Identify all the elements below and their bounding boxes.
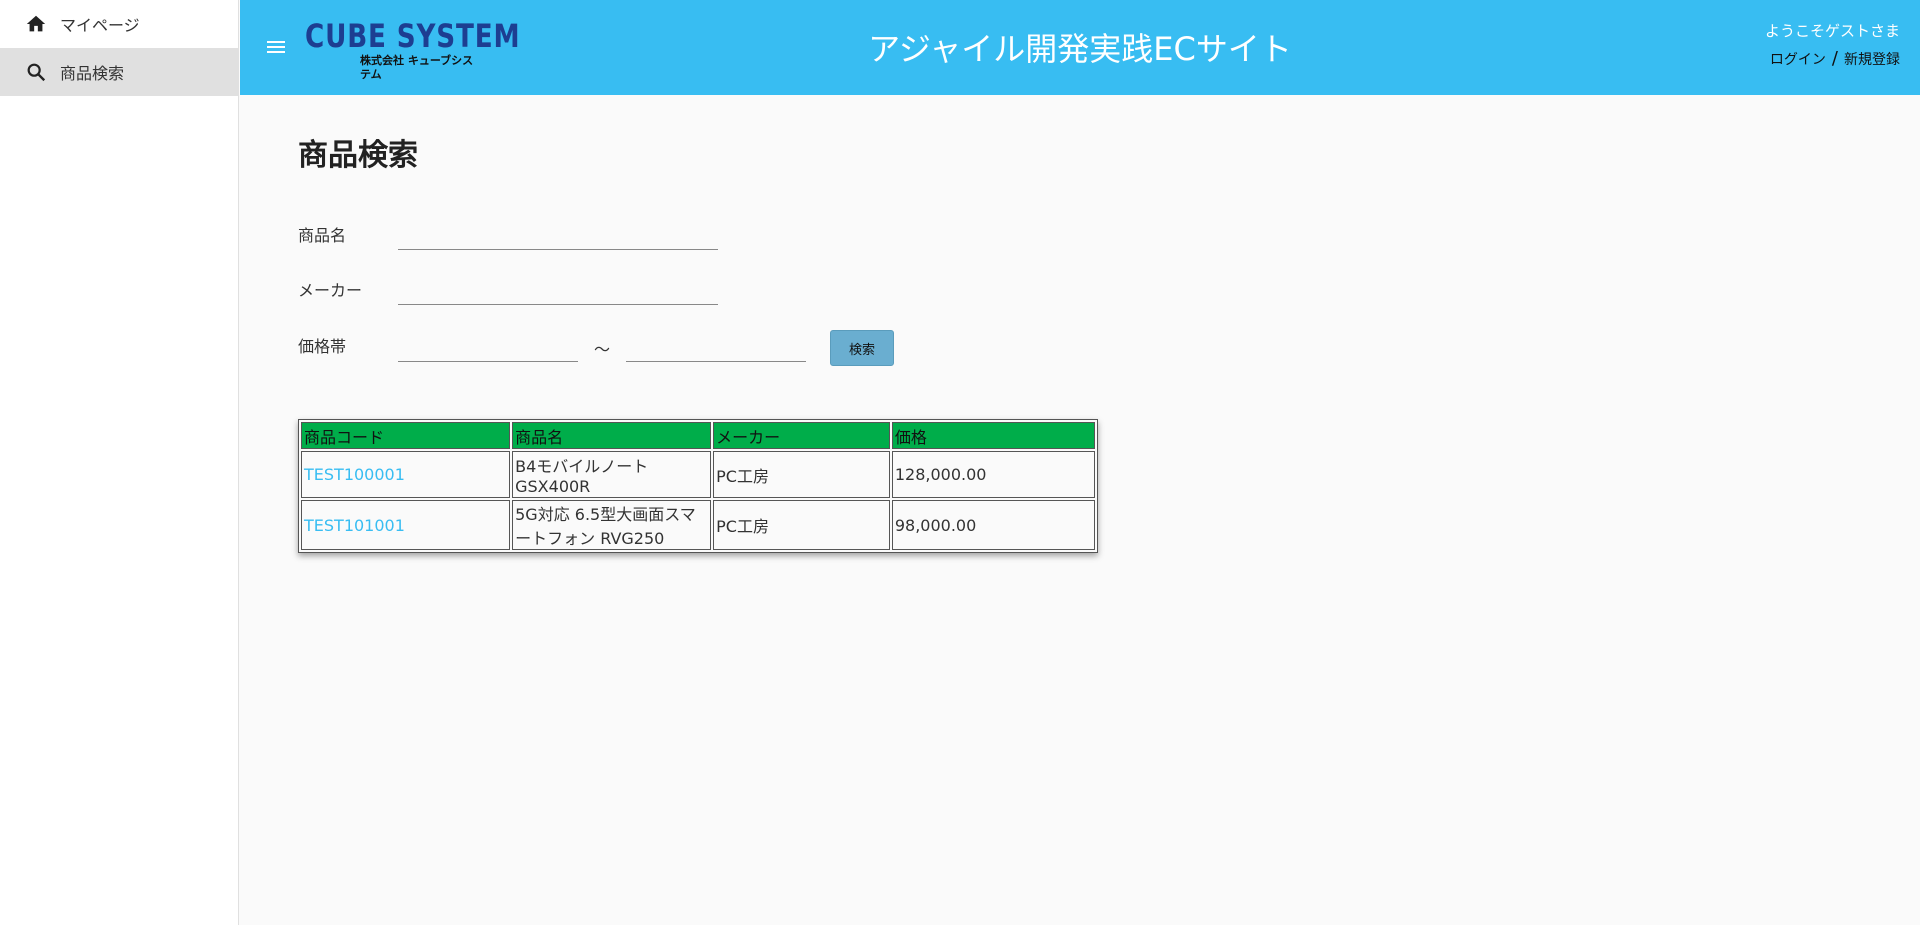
product-name-input[interactable] [398,222,718,250]
sidebar-item-label: 商品検索 [60,64,125,83]
sidebar: マイページ 商品検索 [0,0,239,925]
product-name-label: 商品名 [298,226,347,245]
maker-row: メーカー [298,277,718,305]
search-button[interactable]: 検索 [830,330,895,366]
welcome-message: ようこそゲストさま [1764,22,1900,40]
app-header: アジャイル開発実践ECサイト CUBE SYSTEM 株式会社 キューブシステム… [240,0,1920,95]
price-range-tilde: ～ [594,340,611,359]
product-name-cell: 5G対応 6.5型大画面スマートフォン RVG250 [512,500,712,550]
column-header-code: 商品コード [301,422,511,449]
logo-main-text: CUBE SYSTEM [305,17,521,55]
table-row: TEST100001 B4モバイルノート GSX400R PC工房 128,00… [301,451,1095,498]
product-code-link[interactable]: TEST100001 [301,451,511,498]
maker-label: メーカー [298,281,363,300]
column-header-name: 商品名 [512,422,712,449]
page-title: 商品検索 [298,138,418,173]
sidebar-item-mypage[interactable]: マイページ [0,0,238,48]
table-header-row: 商品コード 商品名 メーカー 価格 [301,422,1095,449]
search-icon [24,60,48,84]
product-name-row: 商品名 [298,222,718,250]
login-link[interactable]: ログイン [1770,49,1826,69]
maker-cell: PC工房 [713,500,890,550]
product-code-link[interactable]: TEST101001 [301,500,511,550]
price-range-row: 価格帯 ～ 検索 [298,330,895,366]
register-link[interactable]: 新規登録 [1844,49,1900,69]
column-header-price: 価格 [891,422,1095,449]
price-cell: 98,000.00 [891,500,1095,550]
price-min-input[interactable] [398,334,578,362]
table-row: TEST101001 5G対応 6.5型大画面スマートフォン RVG250 PC… [301,500,1095,550]
sidebar-item-label: マイページ [60,16,140,35]
maker-input[interactable] [398,277,718,305]
maker-cell: PC工房 [713,451,890,498]
logo-sub-text: 株式会社 キューブシステム [360,54,474,81]
product-name-cell: B4モバイルノート GSX400R [512,451,712,498]
price-max-input[interactable] [626,334,807,362]
hamburger-menu-icon[interactable] [264,35,288,59]
auth-links: ログイン / 新規登録 [1770,48,1900,69]
price-range-label: 価格帯 [298,337,347,356]
auth-separator: / [1831,48,1838,69]
sidebar-item-product-search[interactable]: 商品検索 [0,48,238,96]
main-content: 商品検索 [298,130,418,174]
price-cell: 128,000.00 [891,451,1095,498]
home-icon [24,12,48,36]
column-header-maker: メーカー [713,422,890,449]
company-logo: CUBE SYSTEM 株式会社 キューブシステム [305,17,521,81]
results-table: 商品コード 商品名 メーカー 価格 TEST100001 B4モバイルノート G… [298,419,1098,553]
